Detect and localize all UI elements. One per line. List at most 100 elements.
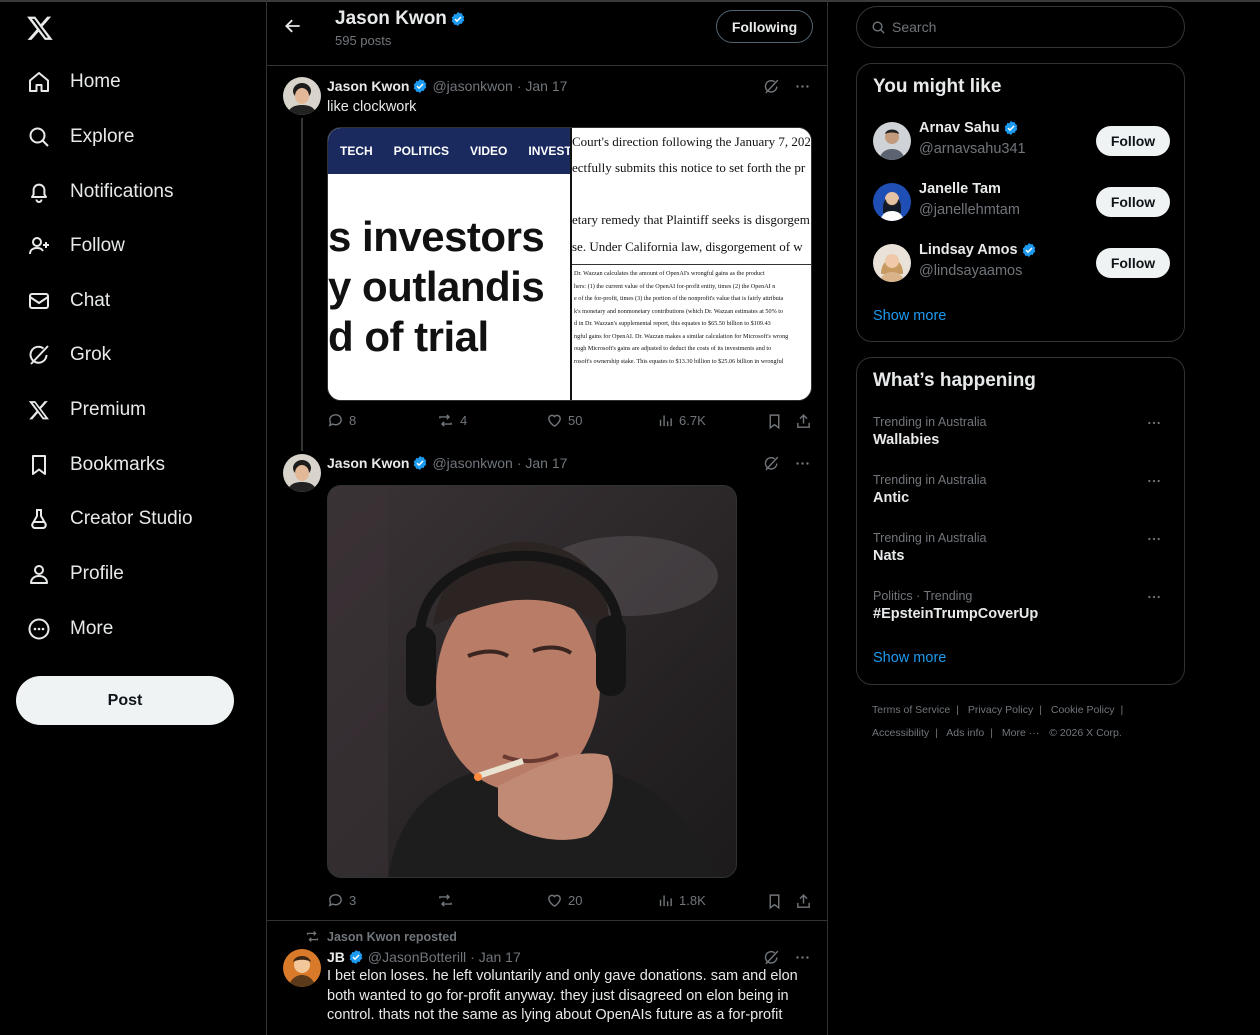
post-button[interactable]: Post [16, 676, 234, 725]
footer-link[interactable]: More ··· [1002, 727, 1039, 739]
footer-link[interactable]: Cookie Policy [1051, 704, 1115, 716]
more-dots-icon[interactable] [1146, 473, 1162, 489]
show-more-link[interactable]: Show more [873, 308, 946, 324]
views-button[interactable]: 6.7K [657, 412, 706, 429]
back-arrow-icon[interactable] [283, 16, 303, 36]
author-handle[interactable]: @jasonkwon [432, 455, 512, 471]
author-name[interactable]: Jason Kwon [327, 78, 409, 94]
x-logo-icon[interactable] [26, 14, 54, 42]
more-dots-icon[interactable] [1146, 415, 1162, 431]
show-more-link[interactable]: Show more [873, 650, 946, 666]
more-dots-icon[interactable] [1146, 531, 1162, 547]
trend-item[interactable]: Politics · Trending #EpsteinTrumpCoverUp [873, 589, 1170, 633]
trend-item[interactable]: Trending in Australia Antic [873, 473, 1170, 517]
search-box[interactable] [856, 6, 1185, 48]
verified-badge-icon [414, 79, 427, 93]
news-nav-item: INVEST [528, 144, 570, 158]
views-button[interactable]: 1.8K [657, 892, 706, 909]
tweet-media-photo[interactable] [327, 485, 737, 878]
photo-man-smoking [328, 486, 736, 877]
nav-chat[interactable]: Chat [26, 281, 110, 321]
like-button[interactable]: 20 [546, 892, 582, 909]
trend-item[interactable]: Trending in Australia Nats [873, 531, 1170, 575]
grok-icon[interactable] [763, 949, 780, 966]
nav-grok[interactable]: Grok [26, 335, 111, 375]
tweet-date[interactable]: · Jan 17 [470, 949, 521, 965]
more-dots-icon[interactable] [1146, 589, 1162, 605]
footer-links-row-1: Terms of Service | Privacy Policy | Cookie… [872, 704, 1124, 716]
avatar[interactable] [873, 183, 911, 221]
tweet[interactable]: Jason Kwon @jasonkwon · Jan 17 3 20 1.8K [267, 451, 827, 920]
suggested-user[interactable]: Lindsay Amos @lindsayaamos Follow [873, 242, 1170, 286]
suggested-user-name: Lindsay Amos [919, 242, 1037, 258]
tweet-date[interactable]: · Jan 17 [517, 78, 568, 94]
footer-link[interactable]: Privacy Policy [968, 704, 1033, 716]
suggested-user-name: Arnav Sahu [919, 120, 1019, 136]
nav-more[interactable]: More [26, 609, 113, 649]
more-dots-icon[interactable] [794, 78, 811, 95]
follow-button[interactable]: Follow [1096, 126, 1170, 156]
author-name[interactable]: JB [327, 949, 345, 965]
follow-button[interactable]: Follow [1096, 187, 1170, 217]
search-input[interactable] [892, 19, 1172, 35]
nav-bookmarks[interactable]: Bookmarks [26, 445, 165, 485]
nav-bookmarks-label: Bookmarks [70, 454, 166, 475]
author-name[interactable]: Jason Kwon [327, 455, 409, 471]
avatar[interactable] [873, 122, 911, 160]
nav-creator-studio[interactable]: Creator Studio [26, 499, 193, 539]
share-icon[interactable] [795, 413, 812, 430]
nav-follow[interactable]: Follow [26, 226, 125, 266]
reply-icon [328, 894, 342, 907]
nav-home-label: Home [70, 71, 121, 92]
tweet-media-collage[interactable]: TECH POLITICS VIDEO INVEST s investors y… [327, 127, 812, 401]
grok-icon[interactable] [763, 78, 780, 95]
repost-button[interactable]: 4 [436, 412, 467, 429]
repost-icon [439, 414, 452, 427]
avatar[interactable] [873, 244, 911, 282]
repost-button[interactable] [436, 892, 460, 909]
views-chart-icon [659, 415, 672, 427]
bookmark-icon[interactable] [766, 893, 783, 910]
follow-button[interactable]: Follow [1096, 248, 1170, 278]
heart-icon [548, 894, 561, 908]
tweet[interactable]: Jason Kwon @jasonkwon · Jan 17 like cloc… [267, 66, 827, 451]
nav-explore[interactable]: Explore [26, 117, 134, 157]
footer-link[interactable]: Terms of Service [872, 704, 950, 716]
reply-button[interactable]: 3 [327, 892, 356, 909]
avatar[interactable] [283, 454, 321, 492]
repost-count: 4 [460, 413, 468, 428]
following-button[interactable]: Following [716, 10, 813, 43]
footnote-line: ough Microsoft's gains are adjusted to d… [574, 345, 772, 352]
trend-item[interactable]: Trending in Australia Wallabies [873, 415, 1170, 459]
more-dots-icon[interactable] [794, 455, 811, 472]
nav-premium[interactable]: Premium [26, 390, 146, 430]
mail-icon [26, 288, 52, 314]
share-icon[interactable] [795, 893, 812, 910]
bookmark-icon[interactable] [766, 413, 783, 430]
profile-name-text: Jason Kwon [335, 8, 447, 29]
author-handle[interactable]: @JasonBotterill [368, 949, 466, 965]
trend-context: Trending in Australia [873, 531, 987, 545]
nav-profile[interactable]: Profile [26, 554, 124, 594]
avatar[interactable] [283, 949, 321, 987]
avatar[interactable] [283, 77, 321, 115]
like-count: 50 [568, 413, 583, 428]
suggested-user[interactable]: Arnav Sahu @arnavsahu341 Follow [873, 120, 1170, 164]
tweet[interactable]: Jason Kwon reposted JB @JasonBotterill ·… [267, 921, 827, 1035]
tweet-top-actions [763, 78, 811, 95]
footer-link[interactable]: Accessibility [872, 727, 929, 739]
repost-indicator[interactable]: Jason Kwon reposted [305, 929, 457, 944]
reply-button[interactable]: 8 [327, 412, 356, 429]
more-dots-icon[interactable] [794, 949, 811, 966]
footnote-line: k's monetary and nonmonetary contributio… [574, 307, 784, 315]
nav-home[interactable]: Home [26, 62, 121, 102]
suggested-user[interactable]: Janelle Tam @janellehmtam Follow [873, 181, 1170, 225]
grok-icon[interactable] [763, 455, 780, 472]
nav-notifications[interactable]: Notifications [26, 172, 174, 212]
card-title: What’s happening [873, 370, 1036, 391]
author-handle[interactable]: @jasonkwon [432, 78, 512, 94]
verified-badge-icon [349, 950, 363, 964]
tweet-date[interactable]: · Jan 17 [517, 455, 568, 471]
like-button[interactable]: 50 [546, 412, 582, 429]
footer-link[interactable]: Ads info [946, 727, 984, 739]
